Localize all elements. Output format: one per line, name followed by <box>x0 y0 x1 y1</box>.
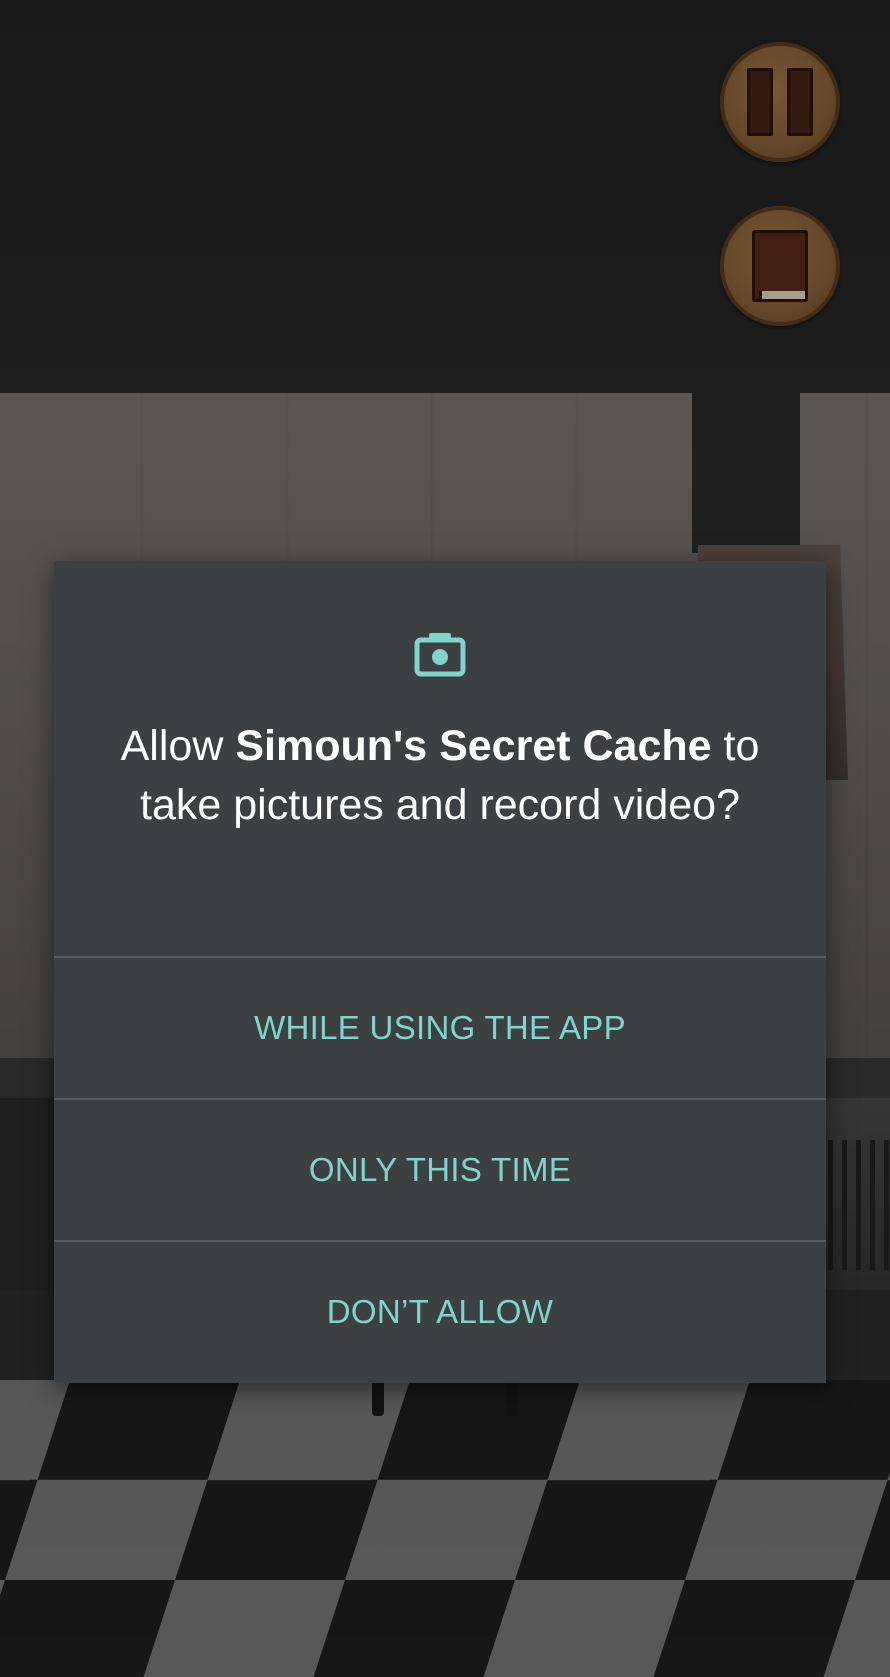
app-name: Simoun's Secret Cache <box>235 722 712 770</box>
camera-icon <box>414 633 466 677</box>
while-using-app-button[interactable]: WHILE USING THE APP <box>54 958 826 1098</box>
permission-dialog: Allow Simoun's Secret Cache to take pict… <box>54 561 826 1383</box>
message-prefix: Allow <box>120 722 236 770</box>
dont-allow-button[interactable]: DON’T ALLOW <box>54 1242 826 1382</box>
dialog-header: Allow Simoun's Secret Cache to take pict… <box>54 561 826 956</box>
permission-message: Allow Simoun's Secret Cache to take pict… <box>100 717 780 835</box>
only-this-time-button[interactable]: ONLY THIS TIME <box>54 1100 826 1240</box>
